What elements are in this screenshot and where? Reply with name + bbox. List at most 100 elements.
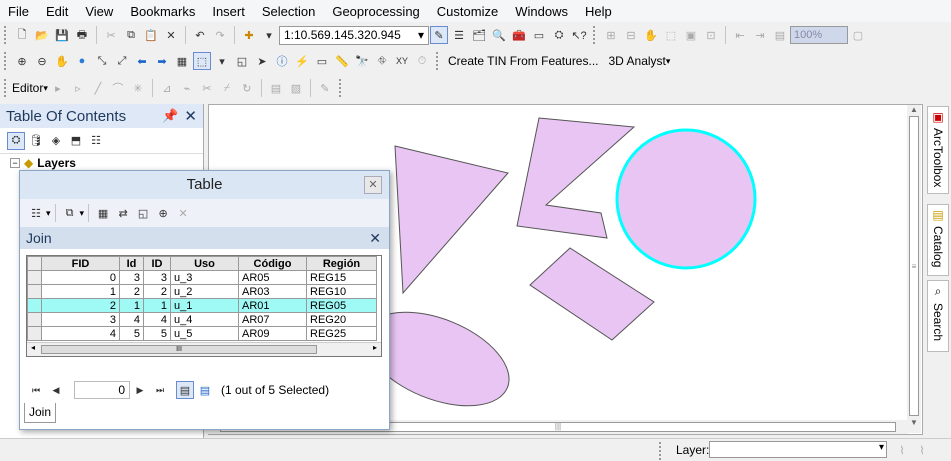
measure-icon[interactable]: 📏 <box>333 52 351 70</box>
cell-id[interactable]: 1 <box>119 298 144 313</box>
cell-uso[interactable]: u_3 <box>170 270 239 285</box>
straight-segment-icon[interactable]: ╱ <box>89 79 107 97</box>
paste-icon[interactable]: 📋 <box>142 26 160 44</box>
arctoolbox-tab[interactable]: ▣ ArcToolbox <box>927 106 949 194</box>
menu-edit[interactable]: Edit <box>46 4 68 19</box>
reshape-icon[interactable]: ⌁ <box>178 79 196 97</box>
row-selector[interactable] <box>27 298 42 313</box>
toolbar-grip[interactable] <box>4 52 8 70</box>
row-selector[interactable] <box>27 270 42 285</box>
related-tables-icon[interactable]: ⧉ <box>61 204 79 222</box>
scroll-thumb[interactable]: III <box>41 345 317 354</box>
grid-horizontal-scrollbar[interactable]: ◂ III ▸ <box>27 342 381 356</box>
cell-codigo[interactable]: AR07 <box>238 312 307 327</box>
menu-file[interactable]: File <box>8 4 29 19</box>
rotate-icon[interactable]: ↻ <box>238 79 256 97</box>
scroll-thumb[interactable]: ≡ <box>909 116 919 416</box>
time-slider-icon[interactable]: ⏱ <box>413 52 431 70</box>
toggle-draft-icon[interactable]: ▤ <box>771 26 789 44</box>
toolbar-grip[interactable] <box>338 79 343 97</box>
scroll-left-icon[interactable]: ◂ <box>31 343 35 352</box>
cell-codigo[interactable]: AR01 <box>238 298 307 313</box>
list-by-visibility-icon[interactable]: ◈ <box>47 132 65 150</box>
html-popup-icon[interactable]: ▭ <box>313 52 331 70</box>
find-icon[interactable]: 🔭 <box>353 52 371 70</box>
arctoolbox-icon[interactable]: 🧰 <box>510 26 528 44</box>
chevron-down-icon[interactable]: ▾ <box>418 28 424 42</box>
column-header-fid[interactable]: FID <box>41 256 120 271</box>
editor-toolbar-icon[interactable]: ✎ <box>430 26 448 44</box>
zoom-in-fixed-icon[interactable]: ⊞ <box>602 26 620 44</box>
edit-vertices-icon[interactable]: ⊿ <box>158 79 176 97</box>
options-icon[interactable]: ☷ <box>87 132 105 150</box>
menu-view[interactable]: View <box>85 4 113 19</box>
georef-icon[interactable]: ⌇ <box>893 441 911 459</box>
column-header-id[interactable]: Id <box>119 256 144 271</box>
toolbar-grip[interactable] <box>436 52 440 70</box>
table-row[interactable]: 3 4 4 u_4 AR07 REG20 <box>27 312 377 327</box>
list-by-drawing-order-icon[interactable]: ⛭ <box>7 131 25 150</box>
column-header-codigo[interactable]: Código <box>238 256 307 271</box>
cell-codigo[interactable]: AR09 <box>238 326 307 341</box>
concave-polygon[interactable] <box>516 117 636 239</box>
cell-region[interactable]: REG05 <box>306 298 377 313</box>
scroll-down-icon[interactable]: ▼ <box>907 418 921 427</box>
back-extent-icon[interactable]: ⇤ <box>731 26 749 44</box>
menu-geoprocessing[interactable]: Geoprocessing <box>332 4 419 19</box>
edit-annotation-icon[interactable]: ▹ <box>69 79 87 97</box>
zoom-out-fixed-icon[interactable]: ⊟ <box>622 26 640 44</box>
pin-icon[interactable]: 📌 <box>162 108 178 124</box>
list-by-source-icon[interactable]: 🛢 <box>27 132 45 150</box>
delete-selected-icon[interactable]: ✕ <box>174 204 192 222</box>
cell-id2[interactable]: 2 <box>143 284 171 299</box>
save-icon[interactable]: 💾 <box>53 26 71 44</box>
menu-bookmarks[interactable]: Bookmarks <box>130 4 195 19</box>
menu-selection[interactable]: Selection <box>262 4 315 19</box>
zoom-out-icon[interactable]: ⊖ <box>33 52 51 70</box>
cell-codigo[interactable]: AR03 <box>238 284 307 299</box>
zoom-in-icon[interactable]: ⊕ <box>13 52 31 70</box>
select-elements-icon[interactable]: ➤ <box>253 52 271 70</box>
cell-id[interactable]: 4 <box>119 312 144 327</box>
map-scale-combobox[interactable]: 1:10.569.145.320.945 ▾ <box>279 25 429 45</box>
chevron-down-icon[interactable]: ▾ <box>46 208 51 219</box>
search-window-icon[interactable]: 🔍 <box>490 26 508 44</box>
selected-circle-polygon[interactable] <box>615 128 757 270</box>
arc-segment-icon[interactable]: ⌒ <box>109 79 127 97</box>
attributes-icon[interactable]: ▤ <box>267 79 285 97</box>
model-builder-icon[interactable]: ⛭ <box>550 26 568 44</box>
map-vertical-scrollbar[interactable]: ▲ ≡ ▼ <box>907 105 921 433</box>
record-number-field[interactable]: 0 <box>74 381 130 399</box>
join-table-tab[interactable]: Join <box>24 403 56 423</box>
forward-extent-icon[interactable]: ⇥ <box>751 26 769 44</box>
cell-id2[interactable]: 1 <box>143 298 171 313</box>
zoom-whole-page-icon[interactable]: ▣ <box>682 26 700 44</box>
clear-selection-icon[interactable]: ◱ <box>233 52 251 70</box>
collapse-icon[interactable]: − <box>10 158 20 168</box>
row-selector[interactable] <box>27 326 42 341</box>
table-row[interactable]: 1 2 2 u_2 AR03 REG10 <box>27 284 377 299</box>
cell-uso[interactable]: u_1 <box>170 298 239 313</box>
cell-id[interactable]: 3 <box>119 270 144 285</box>
create-features-icon[interactable]: ✎ <box>316 79 334 97</box>
previous-record-icon[interactable]: ◀ <box>47 381 65 399</box>
redo-icon[interactable]: ↷ <box>211 26 229 44</box>
select-by-attributes-icon[interactable]: ▦ <box>94 204 112 222</box>
toolbar-grip[interactable] <box>4 79 8 97</box>
next-record-icon[interactable]: ▶ <box>131 381 149 399</box>
cell-fid[interactable]: 0 <box>41 270 120 285</box>
layout-tool-icon[interactable]: ▦ <box>173 52 191 70</box>
table-of-contents-icon[interactable]: ☰ <box>450 26 468 44</box>
column-header-id2[interactable]: ID <box>143 256 171 271</box>
create-tin-button[interactable]: Create TIN From Features... <box>448 54 599 68</box>
cell-codigo[interactable]: AR05 <box>238 270 307 285</box>
scroll-up-icon[interactable]: ▲ <box>907 105 921 114</box>
zoom-100-icon[interactable]: ⊡ <box>702 26 720 44</box>
search-tab[interactable]: ⌕ Search <box>927 280 949 352</box>
table-row-selected[interactable]: 2 1 1 u_1 AR01 REG05 <box>27 298 377 313</box>
close-icon[interactable]: ✕ <box>369 230 381 247</box>
full-extent-icon[interactable]: ⬚ <box>662 26 680 44</box>
cell-uso[interactable]: u_2 <box>170 284 239 299</box>
scroll-right-icon[interactable]: ▸ <box>373 343 377 352</box>
show-selected-records-icon[interactable]: ▤ <box>196 381 214 399</box>
